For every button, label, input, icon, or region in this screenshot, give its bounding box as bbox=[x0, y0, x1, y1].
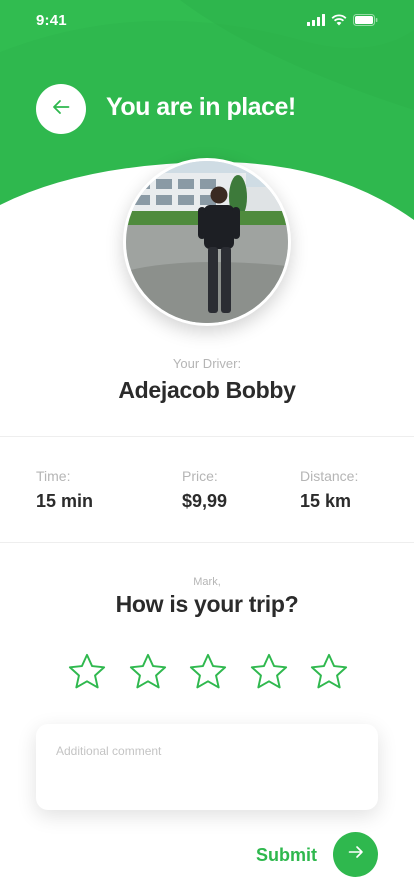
star-icon bbox=[68, 653, 106, 689]
arrow-left-icon bbox=[52, 99, 70, 120]
stat-price-value: $9,99 bbox=[182, 491, 228, 511]
star-4-button[interactable] bbox=[248, 651, 290, 693]
rating-question: How is your trip? bbox=[115, 591, 299, 617]
wifi-icon bbox=[331, 14, 347, 26]
star-5-button[interactable] bbox=[308, 651, 350, 693]
stat-time-label: Time: bbox=[36, 468, 71, 484]
star-2-button[interactable] bbox=[127, 651, 169, 693]
status-icons bbox=[307, 14, 378, 26]
battery-icon bbox=[353, 14, 378, 26]
comment-input[interactable] bbox=[56, 744, 356, 794]
page-title: You are in place! bbox=[106, 93, 296, 121]
status-bar: 9:41 bbox=[0, 0, 414, 44]
divider bbox=[0, 542, 414, 543]
stat-time: Time: 15 min bbox=[36, 468, 93, 512]
star-1-button[interactable] bbox=[66, 651, 108, 693]
star-3-button[interactable] bbox=[187, 651, 229, 693]
stat-distance: Distance: 15 km bbox=[300, 468, 358, 512]
stat-distance-value: 15 km bbox=[300, 491, 352, 511]
stat-price-label: Price: bbox=[182, 468, 218, 484]
star-rating bbox=[66, 651, 350, 693]
driver-avatar bbox=[123, 158, 291, 326]
driver-name: Adejacob Bobby bbox=[118, 377, 296, 403]
rating-caption: Mark, bbox=[193, 576, 221, 588]
star-icon bbox=[189, 653, 227, 689]
stat-price: Price: $9,99 bbox=[182, 468, 227, 512]
star-icon bbox=[129, 653, 166, 689]
driver-caption: Your Driver: bbox=[172, 356, 242, 371]
submit-label[interactable]: Submit bbox=[256, 845, 317, 866]
submit-button[interactable] bbox=[333, 832, 378, 877]
stat-time-value: 15 min bbox=[36, 491, 94, 511]
stat-distance-label: Distance: bbox=[300, 468, 359, 484]
star-icon bbox=[250, 653, 287, 689]
comment-card bbox=[36, 724, 378, 810]
star-icon bbox=[310, 653, 348, 689]
back-button[interactable] bbox=[36, 84, 86, 134]
divider bbox=[0, 436, 414, 437]
status-time: 9:41 bbox=[36, 12, 67, 29]
signal-icon bbox=[307, 14, 325, 26]
arrow-right-icon bbox=[348, 845, 364, 864]
